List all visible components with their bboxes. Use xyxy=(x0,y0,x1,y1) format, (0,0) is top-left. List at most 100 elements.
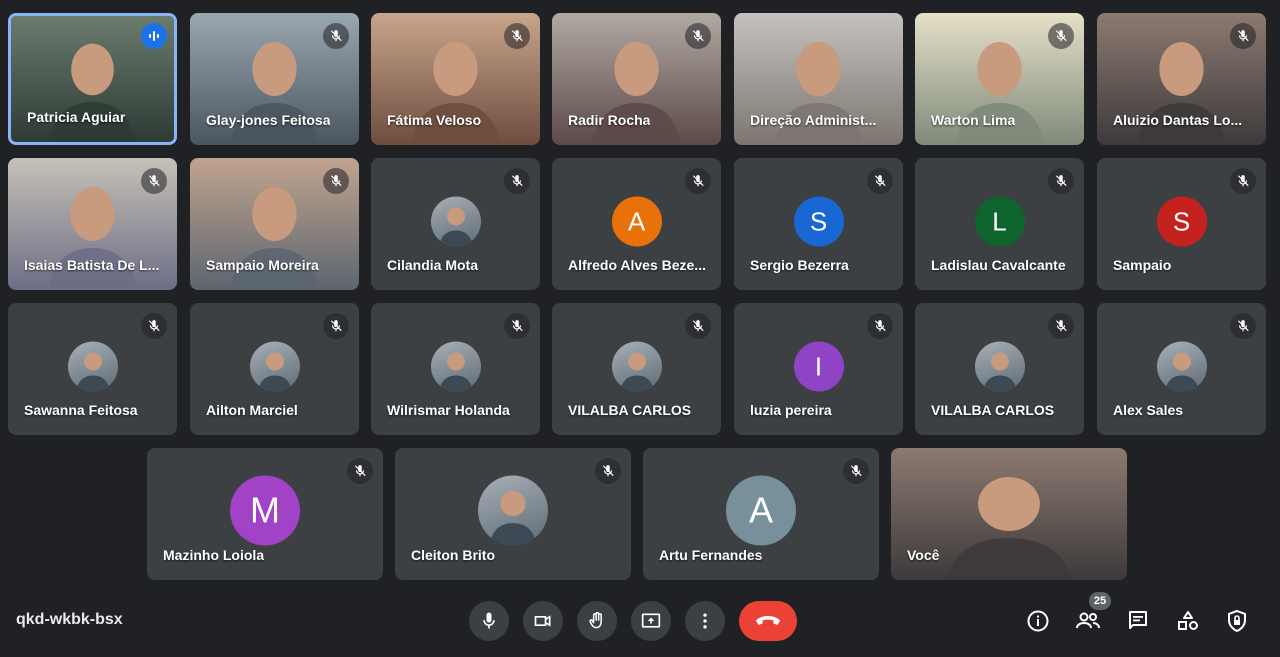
muted-mic-icon xyxy=(504,313,530,339)
participant-tile[interactable]: Ailton Marciel xyxy=(190,303,359,435)
participant-name: Sergio Bezerra xyxy=(750,257,849,273)
participant-name: Fátima Veloso xyxy=(387,112,482,128)
muted-mic-icon xyxy=(1230,23,1256,49)
participant-tile[interactable]: Alex Sales xyxy=(1097,303,1266,435)
participant-tile[interactable]: Radir Rocha xyxy=(552,13,721,145)
avatar-photo xyxy=(249,341,300,392)
activities-icon xyxy=(1178,611,1198,630)
participant-tile[interactable]: Direção Administ... xyxy=(734,13,903,145)
bottom-bar: qkd-wkbk-bsx 25 xyxy=(0,590,1280,657)
camera-button[interactable] xyxy=(523,601,563,641)
participant-name: Você xyxy=(907,547,940,563)
chat-icon xyxy=(1129,611,1147,629)
participant-tile[interactable]: A Artu Fernandes xyxy=(643,448,879,580)
muted-mic-icon xyxy=(1048,168,1074,194)
microphone-icon xyxy=(483,612,495,629)
self-view-tile[interactable]: Você xyxy=(891,448,1127,580)
participant-name: Warton Lima xyxy=(931,112,1016,128)
activities-button[interactable] xyxy=(1173,606,1203,636)
participant-tile[interactable]: Patricia Aguiar xyxy=(8,13,177,145)
participant-name: Patricia Aguiar xyxy=(27,109,126,125)
participant-name: Isaias Batista De L... xyxy=(24,257,160,273)
present-screen-icon xyxy=(641,613,661,628)
avatar-photo xyxy=(67,341,118,392)
participant-tile[interactable]: S Sampaio xyxy=(1097,158,1266,290)
participant-name: luzia pereira xyxy=(750,402,832,418)
participant-tile[interactable]: L Ladislau Cavalcante xyxy=(915,158,1084,290)
avatar-photo xyxy=(478,475,548,546)
present-screen-button[interactable] xyxy=(631,601,671,641)
more-options-icon xyxy=(703,613,707,629)
avatar-letter: I xyxy=(793,341,844,392)
participant-name: Sampaio Moreira xyxy=(206,257,319,273)
participant-name: Glay-jones Feitosa xyxy=(206,112,331,128)
chat-button[interactable] xyxy=(1123,606,1153,636)
host-controls-icon xyxy=(1228,609,1246,633)
participant-tile[interactable]: A Alfredo Alves Beze... xyxy=(552,158,721,290)
participant-name: Sawanna Feitosa xyxy=(24,402,138,418)
muted-mic-icon xyxy=(685,313,711,339)
participant-tile[interactable]: Fátima Veloso xyxy=(371,13,540,145)
participant-tile[interactable]: Sampaio Moreira xyxy=(190,158,359,290)
participant-tile[interactable]: VILALBA CARLOS xyxy=(915,303,1084,435)
meeting-code: qkd-wkbk-bsx xyxy=(16,611,123,628)
avatar-letter: S xyxy=(1156,196,1207,247)
raise-hand-icon xyxy=(589,611,602,629)
avatar-photo xyxy=(1156,341,1207,392)
participant-tile[interactable]: Aluizio Dantas Lo... xyxy=(1097,13,1266,145)
participant-tile[interactable]: Glay-jones Feitosa xyxy=(190,13,359,145)
participant-tile[interactable]: M Mazinho Loiola xyxy=(147,448,383,580)
muted-mic-icon xyxy=(1048,313,1074,339)
participant-name: VILALBA CARLOS xyxy=(931,402,1055,418)
participant-name: Sampaio xyxy=(1113,257,1172,273)
participant-name: Wilrismar Holanda xyxy=(387,402,510,418)
participant-name: Alfredo Alves Beze... xyxy=(568,257,706,273)
participant-count-badge: 25 xyxy=(1089,592,1111,610)
avatar-letter: A xyxy=(726,475,796,546)
end-call-button[interactable] xyxy=(739,601,797,641)
speaking-indicator-icon xyxy=(141,23,167,49)
participant-name: Alex Sales xyxy=(1113,402,1184,418)
avatar-letter: S xyxy=(793,196,844,247)
participant-tile[interactable]: VILALBA CARLOS xyxy=(552,303,721,435)
avatar-letter: M xyxy=(230,475,300,546)
participant-tile[interactable]: Wilrismar Holanda xyxy=(371,303,540,435)
participant-tile[interactable]: S Sergio Bezerra xyxy=(734,158,903,290)
avatar-letter: A xyxy=(611,196,662,247)
more-options-button[interactable] xyxy=(685,601,725,641)
participant-tile[interactable]: Isaias Batista De L... xyxy=(8,158,177,290)
participant-tile[interactable]: Sawanna Feitosa xyxy=(8,303,177,435)
microphone-button[interactable] xyxy=(469,601,509,641)
host-controls-button[interactable] xyxy=(1222,606,1252,636)
muted-mic-icon xyxy=(595,458,621,484)
muted-mic-icon xyxy=(867,168,893,194)
avatar-photo xyxy=(430,341,481,392)
participant-name: Artu Fernandes xyxy=(659,547,763,563)
participant-tile[interactable]: Cilandia Mota xyxy=(371,158,540,290)
participant-name: Mazinho Loiola xyxy=(163,547,265,563)
muted-mic-icon xyxy=(685,23,711,49)
participant-name: Cleiton Brito xyxy=(411,547,495,563)
muted-mic-icon xyxy=(141,168,167,194)
info-button[interactable] xyxy=(1023,606,1053,636)
participant-name: Ailton Marciel xyxy=(206,402,298,418)
avatar-photo xyxy=(611,341,662,392)
people-button[interactable] xyxy=(1073,606,1103,636)
participant-tile[interactable]: Cleiton Brito xyxy=(395,448,631,580)
avatar-photo xyxy=(430,196,481,247)
muted-mic-icon xyxy=(323,168,349,194)
participant-tile[interactable]: Iluzia pereira xyxy=(734,303,903,435)
raise-hand-button[interactable] xyxy=(577,601,617,641)
people-icon xyxy=(1076,612,1100,629)
end-call-icon xyxy=(756,616,780,625)
info-icon xyxy=(1027,610,1049,632)
avatar-letter: L xyxy=(974,196,1025,247)
participant-tile[interactable]: Warton Lima xyxy=(915,13,1084,145)
muted-mic-icon xyxy=(323,23,349,49)
participant-name: Ladislau Cavalcante xyxy=(931,257,1066,273)
participant-name: Aluizio Dantas Lo... xyxy=(1113,112,1243,128)
avatar-photo xyxy=(974,341,1025,392)
participant-name: Cilandia Mota xyxy=(387,257,479,273)
muted-mic-icon xyxy=(323,313,349,339)
muted-mic-icon xyxy=(685,168,711,194)
